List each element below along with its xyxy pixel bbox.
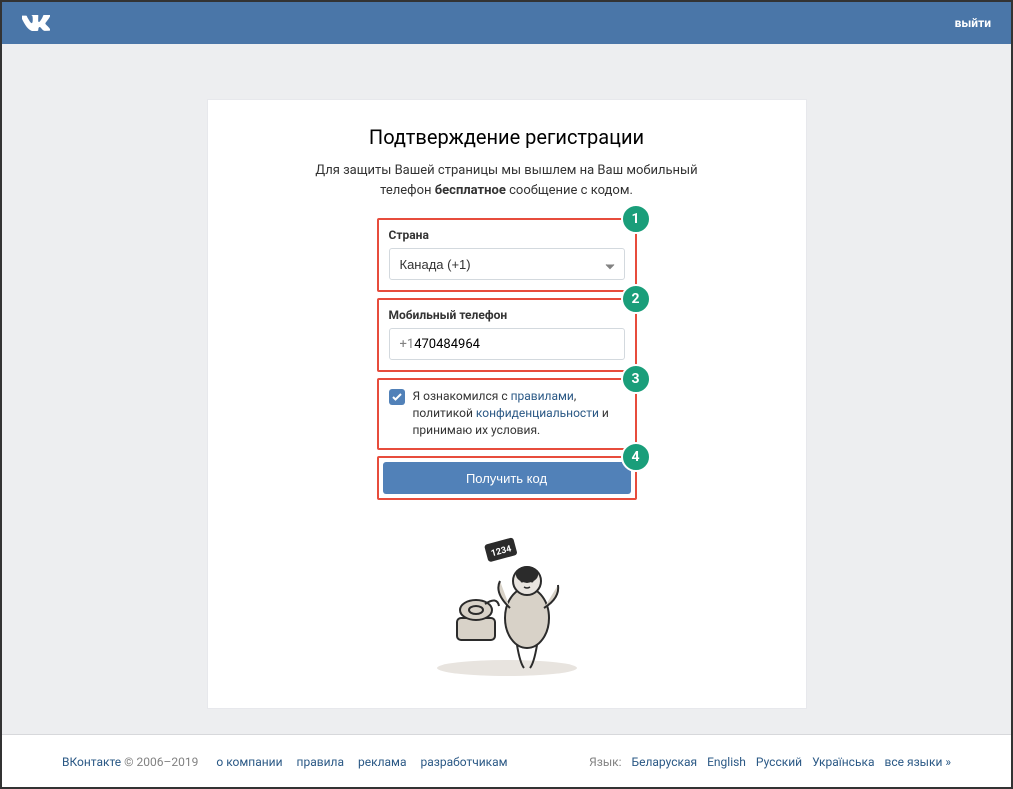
- terms-section: 3 Я ознакомился с правилами, политикой к…: [377, 378, 637, 450]
- brand-link[interactable]: ВКонтакте: [62, 755, 121, 769]
- country-select-wrap: Канада (+1): [389, 248, 625, 280]
- country-select[interactable]: Канада (+1): [389, 248, 625, 280]
- footer-right: Язык: Беларуская English Русский Українс…: [589, 755, 951, 769]
- get-code-button[interactable]: Получить код: [383, 462, 631, 494]
- lang-by[interactable]: Беларуская: [632, 755, 698, 769]
- phone-section: 2 Мобильный телефон +1470484964: [377, 298, 637, 372]
- terms-row: Я ознакомился с правилами, политикой кон…: [389, 388, 625, 438]
- copyright: ВКонтакте © 2006–2019: [62, 755, 198, 769]
- step-badge-3: 3: [621, 364, 651, 394]
- lang-all[interactable]: все языки »: [885, 755, 952, 769]
- step-badge-2: 2: [621, 284, 651, 314]
- footer-rules[interactable]: правила: [297, 755, 344, 769]
- phone-label: Мобильный телефон: [389, 308, 625, 322]
- footer-nav: о компании правила реклама разработчикам: [216, 755, 507, 769]
- terms-checkbox[interactable]: [389, 389, 405, 405]
- footer-left: ВКонтакте © 2006–2019 о компании правила…: [62, 755, 508, 769]
- phone-input[interactable]: +1470484964: [389, 328, 625, 360]
- logout-link[interactable]: выйти: [955, 16, 991, 30]
- lang-en[interactable]: English: [707, 755, 746, 769]
- step-badge-1: 1: [621, 204, 651, 234]
- lang-label: Язык:: [589, 755, 621, 769]
- lang-list: Беларуская English Русский Українська вс…: [632, 755, 951, 769]
- submit-section: 4 Получить код: [377, 456, 637, 500]
- vk-logo[interactable]: [22, 15, 50, 31]
- lang-ru[interactable]: Русский: [756, 755, 802, 769]
- country-section: 1 Страна Канада (+1): [377, 218, 637, 292]
- privacy-link[interactable]: конфиденциальности: [476, 406, 599, 420]
- form-container: 1 Страна Канада (+1) 2 Мобильный телефон…: [377, 218, 637, 500]
- page-subtitle: Для защиты Вашей страницы мы вышлем на В…: [248, 161, 766, 200]
- illustration: 1234: [248, 528, 766, 678]
- footer-about[interactable]: о компании: [216, 755, 282, 769]
- footer-ads[interactable]: реклама: [358, 755, 406, 769]
- lang-ua[interactable]: Українська: [812, 755, 874, 769]
- rules-link[interactable]: правилами: [511, 389, 574, 403]
- registration-card: Подтверждение регистрации Для защиты Ваш…: [207, 99, 807, 709]
- country-label: Страна: [389, 228, 625, 242]
- page-title: Подтверждение регистрации: [248, 125, 766, 149]
- footer: ВКонтакте © 2006–2019 о компании правила…: [2, 735, 1011, 789]
- footer-devs[interactable]: разработчикам: [420, 755, 507, 769]
- app-header: выйти: [2, 2, 1011, 44]
- step-badge-4: 4: [621, 442, 651, 472]
- main-content: Подтверждение регистрации Для защиты Ваш…: [2, 44, 1011, 735]
- terms-text: Я ознакомился с правилами, политикой кон…: [413, 388, 625, 438]
